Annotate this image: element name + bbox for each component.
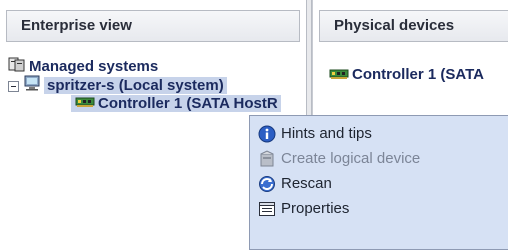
menu-item-rescan[interactable]: Rescan [250, 171, 508, 196]
physical-device-label: Controller 1 (SATA [352, 66, 484, 83]
collapse-icon[interactable] [8, 80, 19, 92]
physical-devices-header: Physical devices [319, 10, 508, 42]
menu-label-rescan: Rescan [281, 175, 332, 192]
menu-label-create: Create logical device [281, 150, 421, 167]
controller-card-icon [75, 94, 95, 114]
computer-icon [23, 75, 41, 97]
create-icon [258, 150, 276, 168]
controller-card-icon [329, 67, 349, 84]
tree-label-system: spritzer-s (Local system) [44, 77, 227, 94]
rescan-icon [258, 175, 276, 193]
menu-label-properties: Properties [281, 200, 350, 217]
enterprise-view-header: Enterprise view [6, 10, 300, 42]
properties-icon [258, 200, 276, 218]
tree-label-controller: Controller 1 (SATA HostR [98, 95, 278, 113]
tree-label-managed-systems: Managed systems [29, 58, 159, 75]
menu-item-create-logical-device[interactable]: Create logical device [250, 146, 508, 171]
menu-item-hints-and-tips[interactable]: Hints and tips [250, 121, 508, 146]
physical-device-controller[interactable]: Controller 1 (SATA [329, 66, 484, 84]
menu-item-properties[interactable]: Properties [250, 196, 508, 221]
tree-item-managed-systems[interactable]: Managed systems [8, 56, 158, 76]
menu-label-hints: Hints and tips [281, 125, 372, 142]
context-menu: Hints and tips Create logical device Res… [249, 115, 508, 250]
tree-label-controller-wrapper: Controller 1 (SATA HostR [71, 94, 281, 114]
tree-item-system[interactable]: spritzer-s (Local system) [8, 75, 227, 95]
tree-item-controller[interactable]: Controller 1 (SATA HostR [71, 94, 281, 114]
info-icon [258, 125, 276, 143]
